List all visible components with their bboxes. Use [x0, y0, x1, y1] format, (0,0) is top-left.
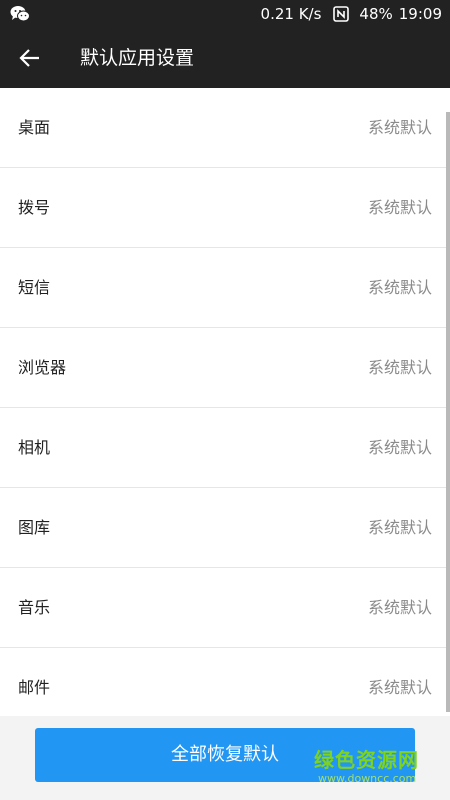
list-item-desktop[interactable]: 桌面 系统默认: [0, 88, 450, 168]
list-item-value: 系统默认: [367, 278, 432, 297]
list-item-label: 图库: [18, 518, 51, 537]
list-item-browser[interactable]: 浏览器 系统默认: [0, 328, 450, 408]
list-item-value: 系统默认: [367, 198, 432, 217]
arrow-left-icon: [19, 49, 39, 67]
app-bar: 默认应用设置: [0, 28, 450, 88]
list-item-label: 音乐: [18, 598, 51, 617]
list-item-music[interactable]: 音乐 系统默认: [0, 568, 450, 648]
bottom-bar: 全部恢复默认: [0, 716, 450, 800]
list-item-value: 系统默认: [367, 118, 432, 137]
scrollbar[interactable]: [446, 112, 450, 712]
back-button[interactable]: [12, 40, 48, 76]
restore-all-defaults-button[interactable]: 全部恢复默认: [35, 728, 415, 782]
list-item-value: 系统默认: [367, 518, 432, 537]
nfc-icon: [333, 6, 350, 22]
list-item-value: 系统默认: [367, 598, 432, 617]
network-speed: 0.21 K/s: [260, 5, 322, 23]
list-item-label: 邮件: [18, 678, 51, 697]
clock: 19:09: [398, 5, 442, 23]
default-apps-list: 桌面 系统默认 拨号 系统默认 短信 系统默认 浏览器 系统默认 相机 系统默认…: [0, 88, 450, 716]
list-item-label: 拨号: [18, 198, 51, 217]
wechat-icon: [10, 6, 30, 22]
status-bar: 0.21 K/s 48% 19:09: [0, 0, 450, 28]
list-item-label: 桌面: [18, 118, 51, 137]
list-item-value: 系统默认: [367, 438, 432, 457]
list-item-camera[interactable]: 相机 系统默认: [0, 408, 450, 488]
battery-level: 48%: [359, 5, 393, 23]
list-item-value: 系统默认: [367, 358, 432, 377]
list-item-label: 相机: [18, 438, 51, 457]
list-item-gallery[interactable]: 图库 系统默认: [0, 488, 450, 568]
list-item-label: 浏览器: [18, 358, 67, 377]
list-item-email[interactable]: 邮件 系统默认: [0, 648, 450, 716]
page-title: 默认应用设置: [80, 47, 195, 69]
list-item-dialer[interactable]: 拨号 系统默认: [0, 168, 450, 248]
list-item-sms[interactable]: 短信 系统默认: [0, 248, 450, 328]
list-item-label: 短信: [18, 278, 51, 297]
list-item-value: 系统默认: [367, 678, 432, 697]
